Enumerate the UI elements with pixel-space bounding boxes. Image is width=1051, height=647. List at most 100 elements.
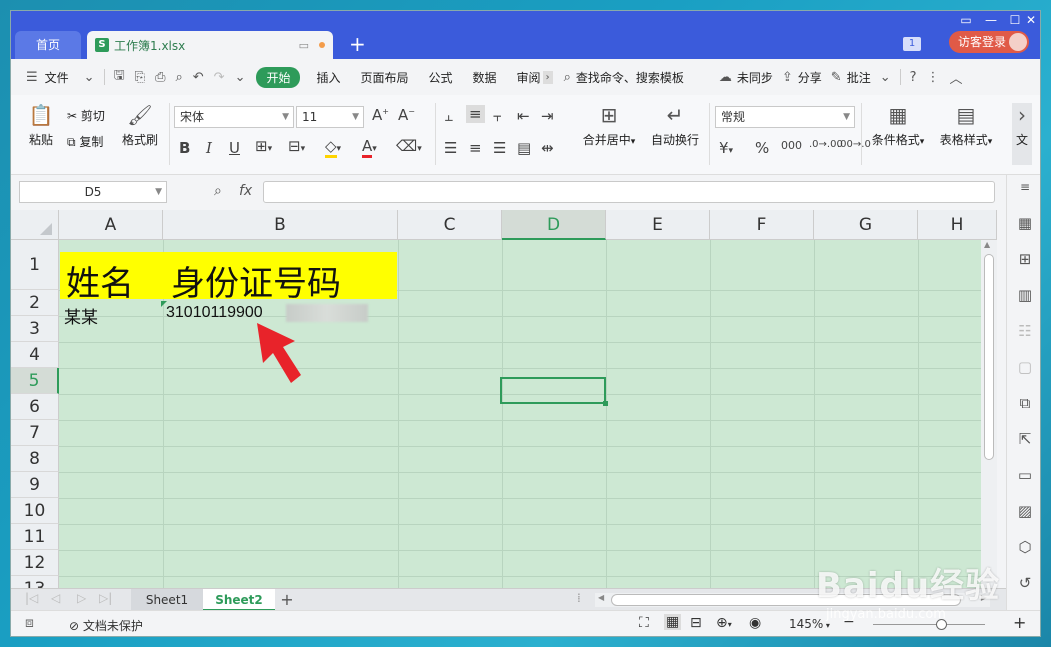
apps-icon[interactable]: ⊞ bbox=[1015, 249, 1035, 269]
tab-workbook[interactable]: S 工作簿1.xlsx ▭ bbox=[87, 31, 333, 59]
cell-style-icon[interactable]: ⊟▾ bbox=[288, 137, 305, 155]
comment-button[interactable]: 批注 bbox=[847, 69, 875, 86]
italic-icon[interactable]: I bbox=[206, 139, 212, 157]
column-header-h[interactable]: H bbox=[918, 210, 997, 240]
column-header-d[interactable]: D bbox=[502, 210, 606, 240]
menu-data[interactable]: 数据 bbox=[463, 69, 507, 86]
vertical-scrollbar[interactable]: ▲ bbox=[981, 240, 997, 598]
history-icon[interactable]: ↺ bbox=[1015, 573, 1035, 593]
command-search[interactable]: 查找命令、搜索模板 bbox=[576, 69, 694, 86]
menu-file[interactable]: 文件 bbox=[43, 69, 79, 86]
font-name-select[interactable]: 宋体 ▼ bbox=[174, 106, 294, 128]
thousands-separator-icon[interactable]: 000 bbox=[781, 139, 802, 152]
row-header-3[interactable]: 3 bbox=[11, 316, 59, 342]
zoom-in-icon[interactable]: + bbox=[1013, 613, 1026, 632]
monitor-icon[interactable]: ▭ bbox=[299, 39, 309, 52]
customize-dropdown-icon[interactable]: ⌄ bbox=[230, 70, 251, 85]
column-header-e[interactable]: E bbox=[606, 210, 710, 240]
zoom-level[interactable]: 145% ▾ bbox=[789, 617, 830, 631]
comment-dropdown-icon[interactable]: ⌄ bbox=[875, 70, 896, 85]
settings-sliders-icon[interactable]: ☷ bbox=[1015, 321, 1035, 341]
cut-button[interactable]: ✂ 剪切 bbox=[67, 107, 105, 124]
add-sheet-icon[interactable]: + bbox=[277, 589, 297, 611]
spreadsheet-grid[interactable]: A B C D E F G H 1 2 3 4 5 6 7 8 9 10 11 … bbox=[11, 210, 997, 598]
more-options-icon[interactable]: ⋮ bbox=[922, 70, 945, 85]
active-cell-selection[interactable] bbox=[500, 377, 608, 406]
reading-layout-icon[interactable]: ⊕▾ bbox=[716, 615, 732, 631]
zoom-search-icon[interactable]: ⌕ bbox=[214, 183, 222, 199]
collapse-ribbon-icon[interactable]: ︿ bbox=[945, 68, 968, 87]
window-restore-down-icon[interactable]: ▭ bbox=[956, 13, 976, 27]
insert-function-icon[interactable]: fx bbox=[239, 183, 252, 199]
currency-icon[interactable]: ¥▾ bbox=[719, 139, 733, 157]
row-header-12[interactable]: 12 bbox=[11, 550, 59, 576]
border-icon[interactable]: ⊞▾ bbox=[255, 137, 272, 155]
scroll-left-icon[interactable]: ◀ bbox=[598, 593, 604, 602]
vertical-scroll-thumb[interactable] bbox=[984, 254, 994, 460]
cell-a2[interactable]: 某某 bbox=[64, 303, 98, 328]
format-painter-button[interactable]: 🖌 格式刷 bbox=[119, 103, 161, 148]
scroll-up-icon[interactable]: ▲ bbox=[984, 240, 990, 249]
share-button[interactable]: 分享 bbox=[798, 69, 826, 86]
chevron-down-icon[interactable]: ⌄ bbox=[79, 70, 100, 85]
column-header-a[interactable]: A bbox=[59, 210, 163, 240]
align-left-icon[interactable]: ☰ bbox=[444, 139, 457, 157]
increase-indent-icon[interactable]: ⇥ bbox=[541, 107, 554, 125]
comment-icon[interactable]: ✎ bbox=[826, 70, 847, 85]
image-search-icon[interactable]: ⧉ bbox=[1015, 393, 1035, 413]
new-tab-button[interactable]: + bbox=[349, 33, 366, 55]
redo-icon[interactable]: ↷ bbox=[209, 70, 230, 85]
minimize-icon[interactable]: — bbox=[981, 13, 1001, 27]
fill-color-icon[interactable]: ◇▾ bbox=[325, 137, 341, 158]
row-header-6[interactable]: 6 bbox=[11, 394, 59, 420]
menu-start[interactable]: 开始 bbox=[256, 66, 301, 88]
cell-b1[interactable]: 身份证号码 bbox=[171, 256, 341, 305]
align-right-icon[interactable]: ☰ bbox=[493, 139, 506, 157]
increase-font-icon[interactable]: A+ bbox=[372, 106, 389, 124]
cloud-sync-icon[interactable]: ☁ bbox=[714, 70, 737, 85]
last-sheet-icon[interactable]: ▷| bbox=[99, 591, 112, 605]
underline-icon[interactable]: U bbox=[229, 139, 240, 157]
sheet-tab-sheet1[interactable]: Sheet1 bbox=[131, 589, 203, 611]
number-format-select[interactable]: 常规 ▼ bbox=[715, 106, 855, 128]
column-header-c[interactable]: C bbox=[398, 210, 502, 240]
align-middle-icon[interactable]: ≡ bbox=[466, 105, 485, 123]
undo-icon[interactable]: ↶ bbox=[188, 70, 209, 85]
auto-wrap-button[interactable]: ↵ 自动换行 bbox=[647, 103, 703, 148]
archive-icon[interactable]: ▭ bbox=[1015, 465, 1035, 485]
zoom-slider-track[interactable] bbox=[873, 624, 985, 625]
percent-icon[interactable]: % bbox=[755, 139, 769, 157]
name-box[interactable]: D5 ▼ bbox=[19, 181, 167, 203]
tab-home[interactable]: 首页 bbox=[15, 31, 81, 59]
bold-icon[interactable]: B bbox=[179, 139, 190, 157]
first-sheet-icon[interactable]: |◁ bbox=[25, 591, 38, 605]
shield-icon[interactable]: ⬡ bbox=[1015, 537, 1035, 557]
chart-icon[interactable]: ▥ bbox=[1015, 285, 1035, 305]
column-header-g[interactable]: G bbox=[814, 210, 918, 240]
paste-button[interactable]: 📋 粘贴 bbox=[21, 103, 61, 148]
decrease-decimal-icon[interactable]: .00→.0 bbox=[837, 139, 871, 150]
sync-status[interactable]: 未同步 bbox=[737, 69, 777, 86]
eye-protection-icon[interactable]: ◉ bbox=[749, 615, 761, 631]
copy-button[interactable]: ⧉ 复制 bbox=[67, 133, 103, 150]
font-size-select[interactable]: 11 ▼ bbox=[296, 106, 364, 128]
window-count-badge[interactable]: 1 bbox=[903, 37, 921, 51]
menu-more-icon[interactable]: › bbox=[542, 70, 553, 84]
menu-page-layout[interactable]: 页面布局 bbox=[351, 69, 419, 86]
cell-a1[interactable]: 姓名 bbox=[66, 256, 134, 305]
print-icon[interactable]: ⎙ bbox=[150, 70, 170, 85]
sheet-tab-sheet2[interactable]: Sheet2 bbox=[203, 589, 275, 611]
row-header-1[interactable]: 1 bbox=[11, 240, 59, 290]
row-header-7[interactable]: 7 bbox=[11, 420, 59, 446]
help-icon[interactable]: ? bbox=[905, 70, 922, 85]
next-sheet-icon[interactable]: ▷ bbox=[77, 591, 86, 605]
column-header-b[interactable]: B bbox=[163, 210, 398, 240]
row-header-4[interactable]: 4 bbox=[11, 342, 59, 368]
page-break-view-icon[interactable]: ⊟ bbox=[690, 615, 702, 631]
justify-icon[interactable]: ▤ bbox=[517, 139, 531, 157]
distributed-align-icon[interactable]: ⇹ bbox=[541, 139, 554, 157]
select-all-corner[interactable] bbox=[11, 210, 59, 240]
row-header-9[interactable]: 9 bbox=[11, 472, 59, 498]
row-header-2[interactable]: 2 bbox=[11, 290, 59, 316]
ribbon-more-button[interactable]: › 文 bbox=[1012, 103, 1032, 165]
